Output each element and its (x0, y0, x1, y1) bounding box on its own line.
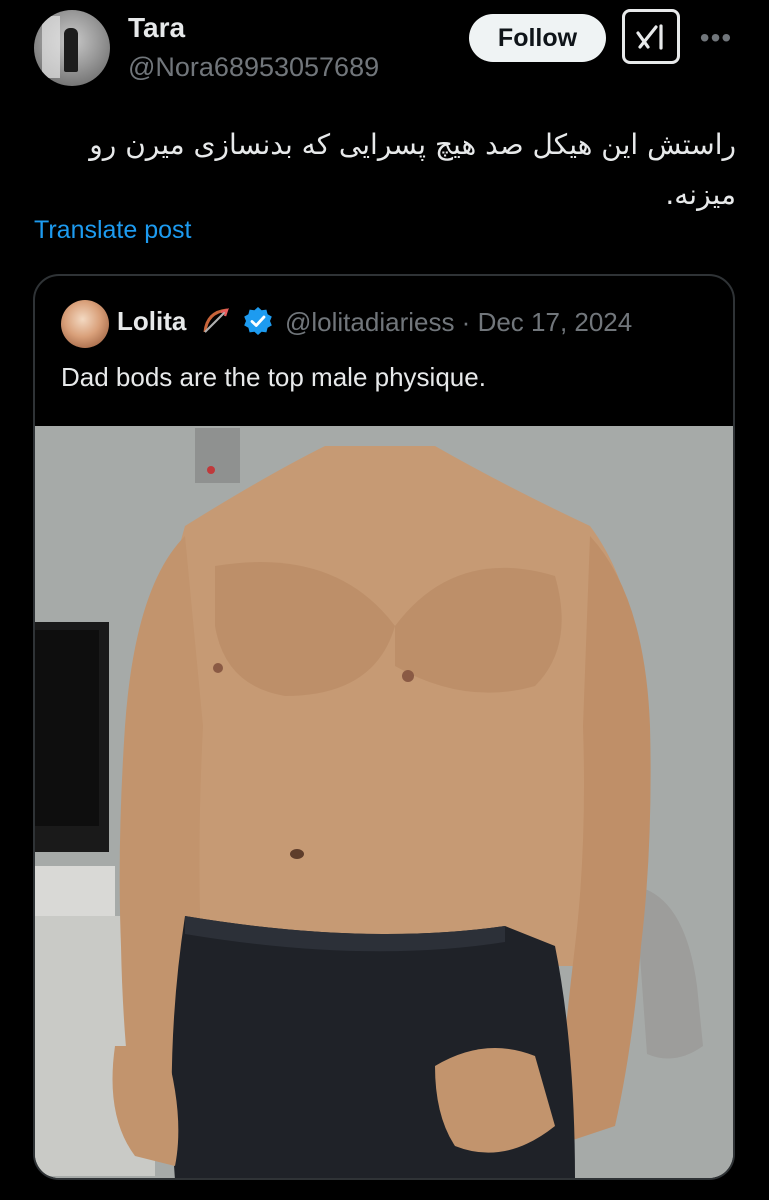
grok-icon[interactable] (622, 9, 680, 64)
follow-button[interactable]: Follow (469, 14, 606, 62)
post-text: راستش این هیکل صد هیچ پسرایی که بدنسازی … (89, 128, 736, 211)
translate-post-link[interactable]: Translate post (34, 216, 191, 245)
bow-and-arrow-icon (203, 308, 229, 333)
quoted-handle-date[interactable]: @lolitadiariess · Dec 17, 2024 (285, 307, 632, 338)
more-icon[interactable]: ••• (696, 20, 736, 56)
author-handle[interactable]: @Nora68953057689 (128, 52, 379, 83)
author-avatar[interactable] (34, 10, 110, 86)
author-name[interactable]: Tara (128, 12, 185, 44)
quoted-text: Dad bods are the top male physique. (61, 362, 486, 392)
tweet-view: Tara @Nora68953057689 Follow ••• راستش ا… (0, 0, 769, 1200)
quoted-author-name[interactable]: Lolita (117, 306, 186, 337)
quoted-post-image[interactable] (35, 426, 733, 1178)
quoted-author-avatar[interactable] (61, 300, 109, 348)
quoted-post[interactable]: Lolita @lolitadiariess · Dec 17, 2024 Da… (33, 274, 735, 1180)
verified-badge-icon (244, 307, 272, 335)
